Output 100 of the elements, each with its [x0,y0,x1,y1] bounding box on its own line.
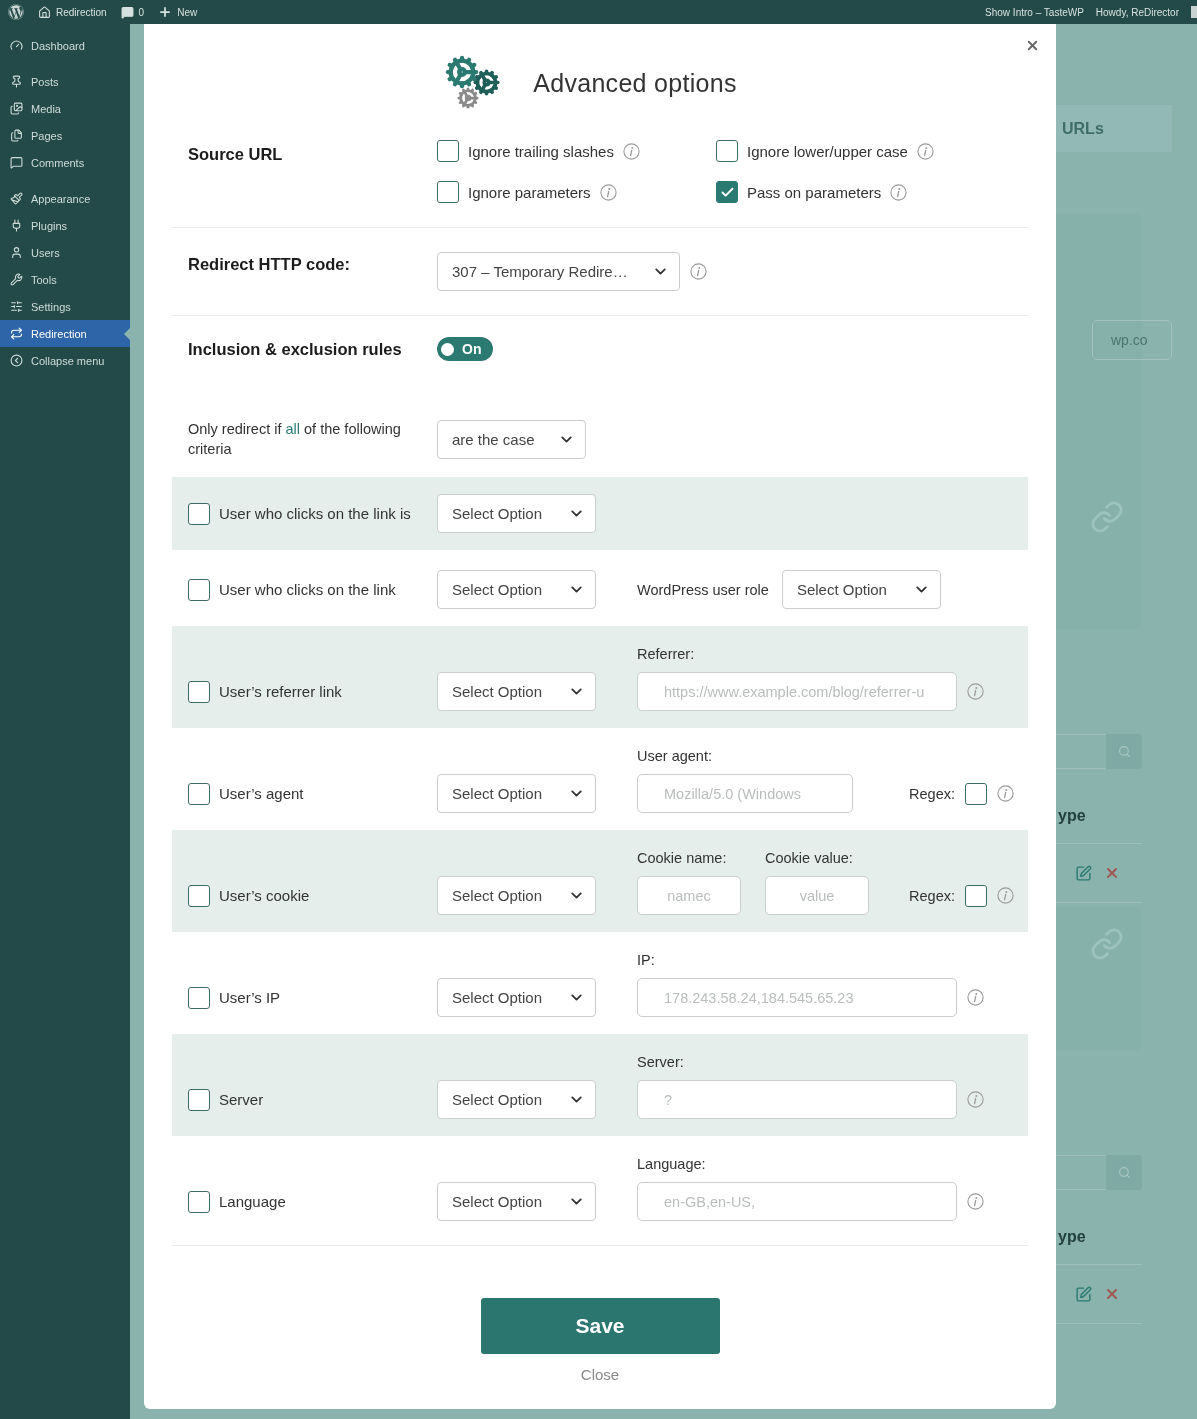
wrench-icon [10,273,23,286]
checkbox[interactable] [188,1088,210,1111]
sidebar-item[interactable]: Settings [0,293,130,320]
field-label: Cookie value: [765,850,854,866]
info-icon[interactable] [967,1091,984,1108]
select-dropdown[interactable]: Select Option [437,978,596,1017]
info-icon[interactable] [997,887,1014,904]
select-dropdown[interactable]: Select Option [437,1080,596,1119]
checkbox[interactable] [188,782,210,805]
select-dropdown[interactable]: 307 – Temporary Redire… [437,252,680,291]
info-icon[interactable] [967,989,984,1006]
info-icon[interactable] [890,183,908,201]
checkbox[interactable] [965,884,987,907]
select-dropdown[interactable]: Select Option [437,1182,596,1221]
input-field[interactable]: https://www.example.com/blog/referrer-u [637,672,957,711]
checkbox[interactable] [188,680,210,703]
delete-icon[interactable] [1104,865,1120,881]
select-dropdown[interactable]: Select Option [437,570,596,609]
sidebar-item[interactable]: Appearance [0,185,130,212]
field-label: Server: [637,1054,685,1070]
edit-icon[interactable] [1075,864,1092,882]
sidebar-item[interactable]: Pages [0,122,130,149]
sidebar-item[interactable]: Posts [0,68,130,95]
input-field[interactable]: en-GB,en-US, [637,1182,957,1221]
section-label: Inclusion & exclusion rules [188,339,403,359]
criterion-label: User’s referrer link [219,683,342,700]
comments-link[interactable]: 0 [120,5,145,19]
input-field[interactable]: ? [637,1080,957,1119]
checkbox[interactable] [437,140,459,162]
edit-icon[interactable] [1075,1285,1092,1303]
checkbox[interactable] [716,181,738,203]
close-icon [1025,38,1040,53]
show-intro-link[interactable]: Show Intro – TasteWP [985,6,1084,18]
checkbox[interactable] [188,986,210,1009]
info-icon[interactable] [690,263,707,280]
sliders-icon [10,300,23,313]
checkbox[interactable] [188,578,210,601]
criterion-label: User’s IP [219,989,281,1006]
checkbox[interactable] [188,502,210,525]
criterion-label: Language [219,1193,286,1210]
plug-icon [10,219,23,232]
comment-icon [10,156,23,169]
sidebar-item[interactable]: Tools [0,266,130,293]
criterion-label: User’s cookie [219,887,310,904]
input-field[interactable]: 178.243.58.24,184.545.65.23 [637,978,957,1017]
criterion-label: Server [219,1091,264,1108]
checkbox[interactable] [965,782,987,805]
sidebar-item[interactable]: Users [0,239,130,266]
info-icon[interactable] [997,785,1014,802]
input-field[interactable]: value [765,876,869,915]
column-header: ype [1058,1228,1087,1246]
field-label: IP: [637,952,656,968]
delete-icon[interactable] [1104,1286,1120,1302]
checkbox[interactable] [188,884,210,907]
option-label: Ignore lower/upper case [747,142,908,160]
select-dropdown[interactable]: are the case [437,419,586,459]
criterion-label: User who clicks on the link [219,581,396,598]
regex-label: Regex: [909,887,955,904]
checkbox[interactable] [716,140,738,162]
select-dropdown[interactable]: Select Option [437,774,596,813]
criterion-label: User who clicks on the link is [219,505,411,522]
account-link[interactable]: Howdy, ReDirector [1095,6,1179,18]
info-icon[interactable] [916,142,934,160]
select-dropdown[interactable]: Select Option [437,876,596,915]
site-link[interactable]: Redirection [38,5,107,19]
sidebar-item[interactable]: Dashboard [0,32,130,59]
search-icon [1117,745,1131,758]
select-dropdown[interactable]: Select Option [437,494,596,533]
checkbox[interactable] [188,1190,210,1213]
option-label: Ignore trailing slashes [468,142,614,160]
select-dropdown[interactable]: Select Option [437,672,596,711]
sidebar-item[interactable]: Comments [0,149,130,176]
column-header: ype [1058,807,1087,825]
criterion-label: User’s agent [219,785,304,802]
pages-icon [10,129,23,142]
info-icon[interactable] [967,683,984,700]
sidebar-item[interactable]: Plugins [0,212,130,239]
sidebar-item[interactable]: Collapse menu [0,347,130,374]
select-dropdown[interactable]: Select Option [781,570,941,609]
section-heading: URLs [1062,119,1104,138]
info-icon[interactable] [967,1193,984,1210]
sidebar-item[interactable]: Media [0,95,130,122]
checkbox[interactable] [437,181,459,203]
input-field[interactable]: Mozilla/5.0 (Windows [637,774,853,813]
gauge-icon [10,39,23,52]
section-label: Source URL [188,145,284,165]
info-icon[interactable] [622,142,640,160]
wordpress-logo-icon[interactable] [8,4,24,20]
brush-icon [10,192,23,205]
new-link[interactable]: New [158,5,198,19]
toggle-switch[interactable]: On [437,337,493,361]
input-field[interactable]: namec [637,876,741,915]
option-label: Ignore parameters [468,183,591,201]
info-icon[interactable] [599,183,617,201]
sidebar-item[interactable]: Redirection [0,320,130,347]
save-button[interactable]: Save [480,1298,720,1354]
close-link[interactable]: Close [580,1366,620,1383]
field-label: Cookie name: [637,850,728,866]
option-label: Pass on parameters [747,183,882,201]
dialog-title: Advanced options [533,68,737,98]
